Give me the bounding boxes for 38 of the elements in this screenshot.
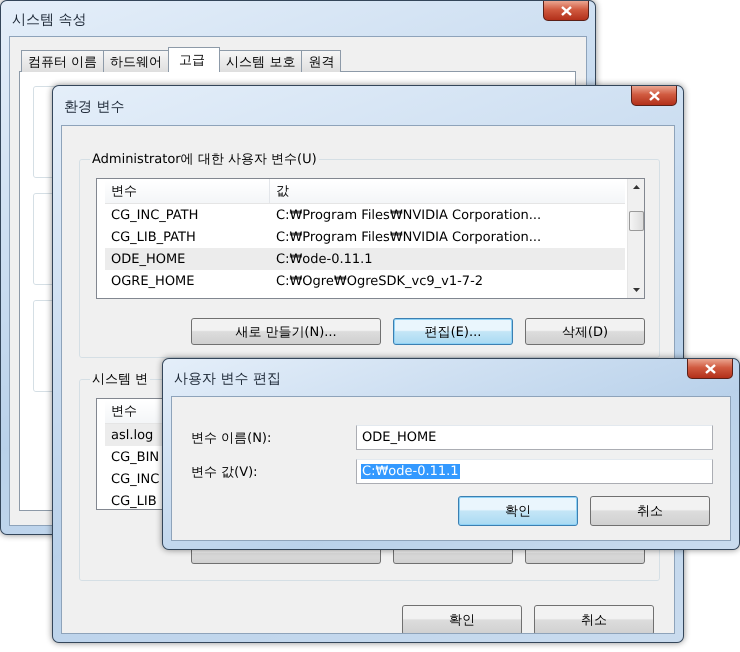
dialog-button[interactable]: 삭제(D) [525,318,645,345]
variable-value: C:₩Program Files₩NVIDIA Corporation... [275,230,542,244]
list-row[interactable]: OGRE_HOME C:₩Ogre₩OgreSDK_vc9_v1-7-2 [105,270,625,292]
dialog-button[interactable]: 새로 만들기(N)... [191,318,381,345]
dialog-button[interactable]: 확인 [402,605,522,633]
tab[interactable]: 하드웨어 [103,50,170,72]
dialog-button[interactable]: 취소 [590,496,710,526]
tab[interactable]: 고급 [168,47,220,72]
window-title: 시스템 속성 [11,10,86,28]
dialog-button[interactable]: 확인 [458,496,578,526]
variable-name: CG_LIB [110,494,157,508]
column-header[interactable]: 변수 [105,179,270,203]
variable-list[interactable]: 변수 값 CG_INC_PATH C:₩Program Files₩NVIDIA Corporation... CG_LIB_PATH C:₩Program Files₩NVIDIA Corporation... ODE_HOME C:₩ode-0.11.1 OGRE_HOME C:₩Ogre₩OgreSDK_vc9_v1-7-2 [96,178,645,299]
variable-value: C:₩Program Files₩NVIDIA Corporation... [275,208,542,222]
group-label: 시스템 변 [91,371,150,388]
tab[interactable]: 컴퓨터 이름 [21,50,104,72]
input-field[interactable]: ODE_HOME [356,425,713,450]
variable-name: ODE_HOME [110,252,186,266]
variable-name: CG_BIN [110,450,160,464]
field-label: 변수 값(V): [191,464,259,480]
window-title: 사용자 변수 편집 [173,370,281,388]
variable-name: CG_INC_PATH [110,208,200,222]
variable-name: CG_LIB_PATH [110,230,197,244]
dialog-button[interactable]: 취소 [534,605,654,633]
list-row[interactable]: ODE_HOME C:₩ode-0.11.1 [105,248,625,270]
variable-value: C:₩ode-0.11.1 [275,252,373,266]
list-row[interactable]: CG_LIB_PATH C:₩Program Files₩NVIDIA Corporation... [105,226,625,248]
variable-value: C:₩Ogre₩OgreSDK_vc9_v1-7-2 [275,274,484,288]
tab[interactable]: 시스템 보호 [219,50,302,72]
dialog-button[interactable]: 편집(E)... [393,318,513,345]
group-label: Administrator에 대한 사용자 변수(U) [91,151,318,168]
list-row[interactable]: CG_INC_PATH C:₩Program Files₩NVIDIA Corporation... [105,204,625,226]
field-label: 변수 이름(N): [191,430,272,446]
column-header[interactable]: 값 [270,182,289,200]
window-title: 환경 변수 [63,98,124,116]
tab[interactable]: 원격 [301,50,342,72]
variable-name: asl.log [110,428,154,442]
variable-name: OGRE_HOME [110,274,196,288]
